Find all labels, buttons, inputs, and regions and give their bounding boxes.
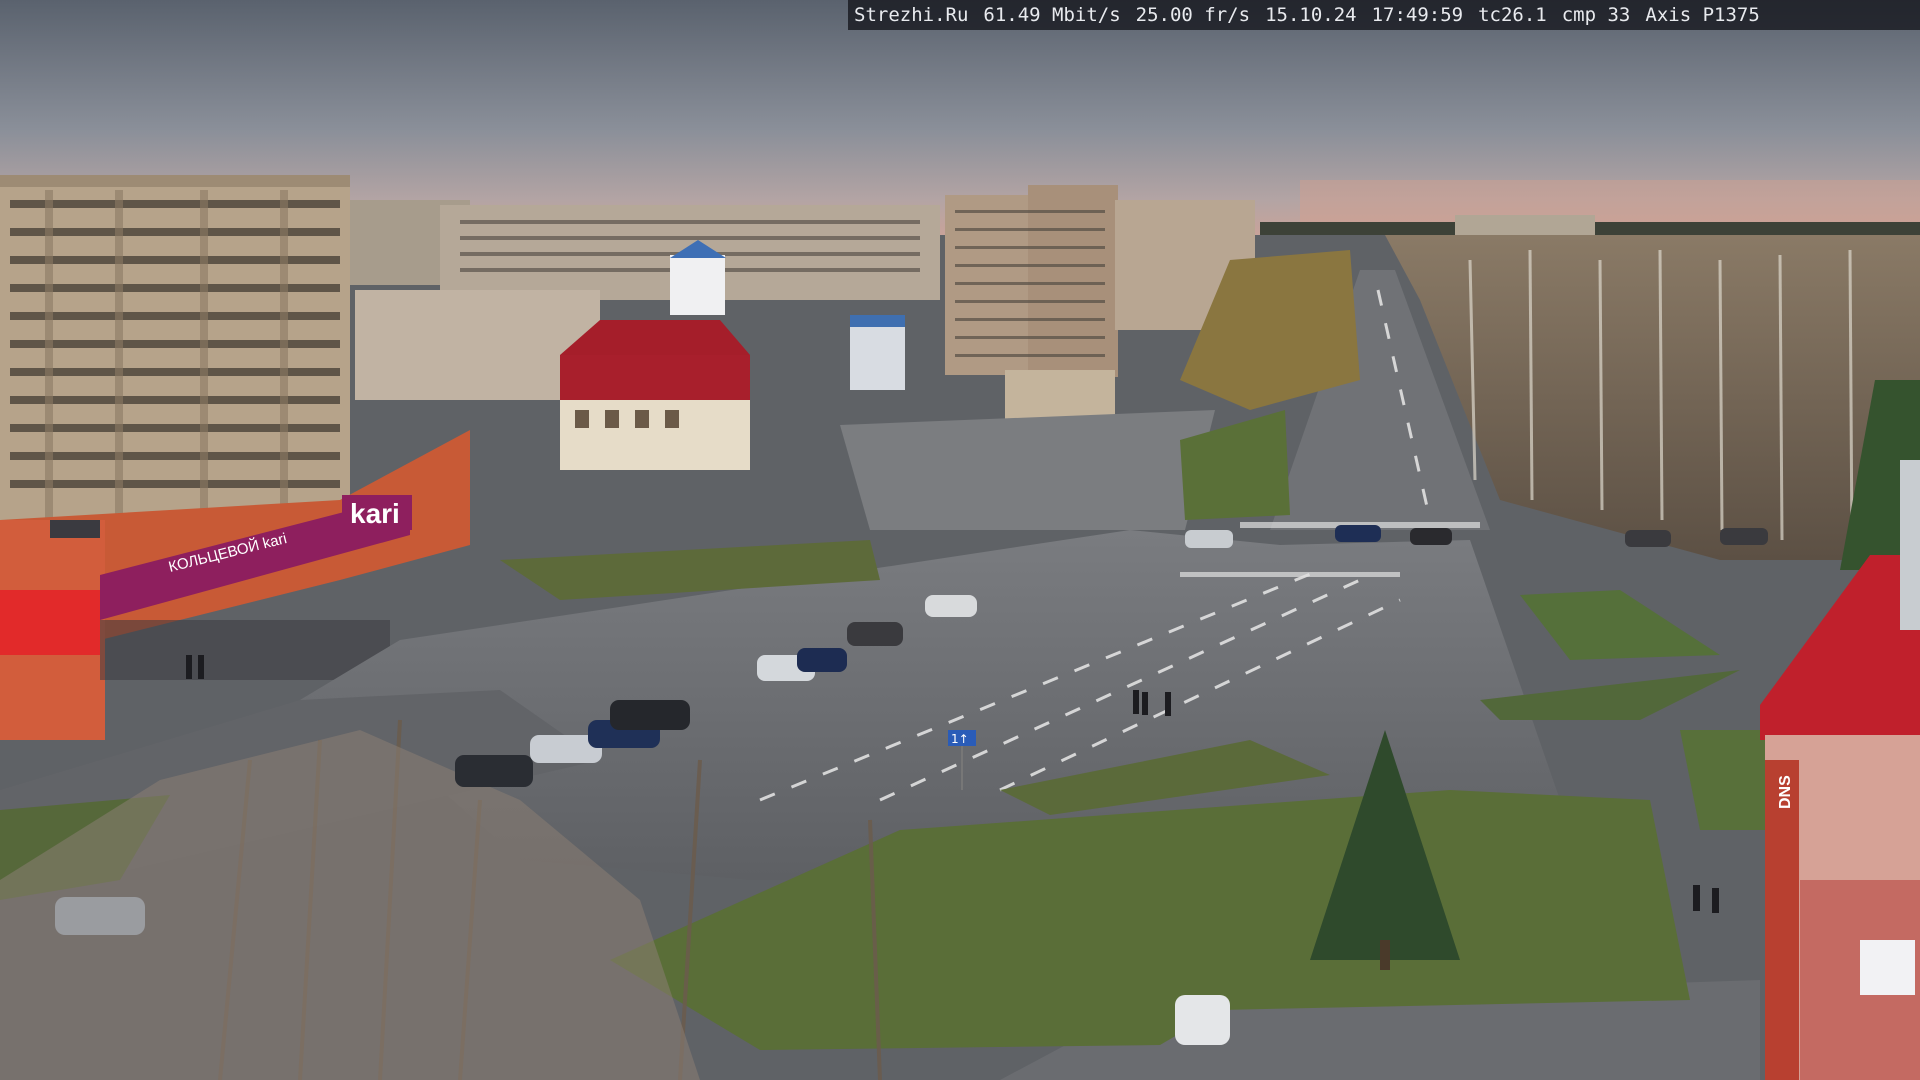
osd-camera-model: Axis P1375: [1645, 4, 1760, 26]
kari-sign: kari: [350, 498, 400, 529]
camera-frame: kari КОЛЬЦЕВОЙ kari DNS 1↑ Strezhi.Ru 61.…: [0, 0, 1920, 1080]
dns-sign: DNS: [1777, 775, 1794, 809]
car: [847, 622, 903, 646]
car: [925, 595, 977, 617]
camera-osd-overlay: Strezhi.Ru 61.49 Mbit/s 25.00 fr/s 15.10.24…: [848, 0, 1920, 30]
horizon-glow: [1300, 180, 1920, 225]
red-roof-building: [560, 320, 750, 470]
car: [1335, 525, 1381, 542]
car: [610, 700, 690, 730]
osd-date: 15.10.24: [1265, 4, 1357, 26]
car: [455, 755, 533, 787]
car: [797, 648, 847, 672]
osd-cmp: cmp 33: [1561, 4, 1631, 26]
upper-plaza: [840, 410, 1215, 530]
osd-site: Strezhi.Ru: [854, 4, 969, 26]
osd-framerate: 25.00 fr/s: [1135, 4, 1251, 26]
street-scene: kari КОЛЬЦЕВОЙ kari DNS 1↑: [0, 0, 1920, 1080]
lane-sign-text: 1↑: [951, 732, 969, 746]
car: [1625, 530, 1671, 547]
car: [55, 897, 145, 935]
car: [1720, 528, 1768, 545]
osd-tc: tc26.1: [1478, 4, 1547, 26]
osd-time: 17:49:59: [1371, 4, 1464, 26]
car: [1410, 528, 1452, 545]
car: [1185, 530, 1233, 548]
osd-bitrate: 61.49 Mbit/s: [983, 4, 1121, 26]
left-panel-building: [0, 175, 350, 520]
car: [1175, 995, 1230, 1045]
